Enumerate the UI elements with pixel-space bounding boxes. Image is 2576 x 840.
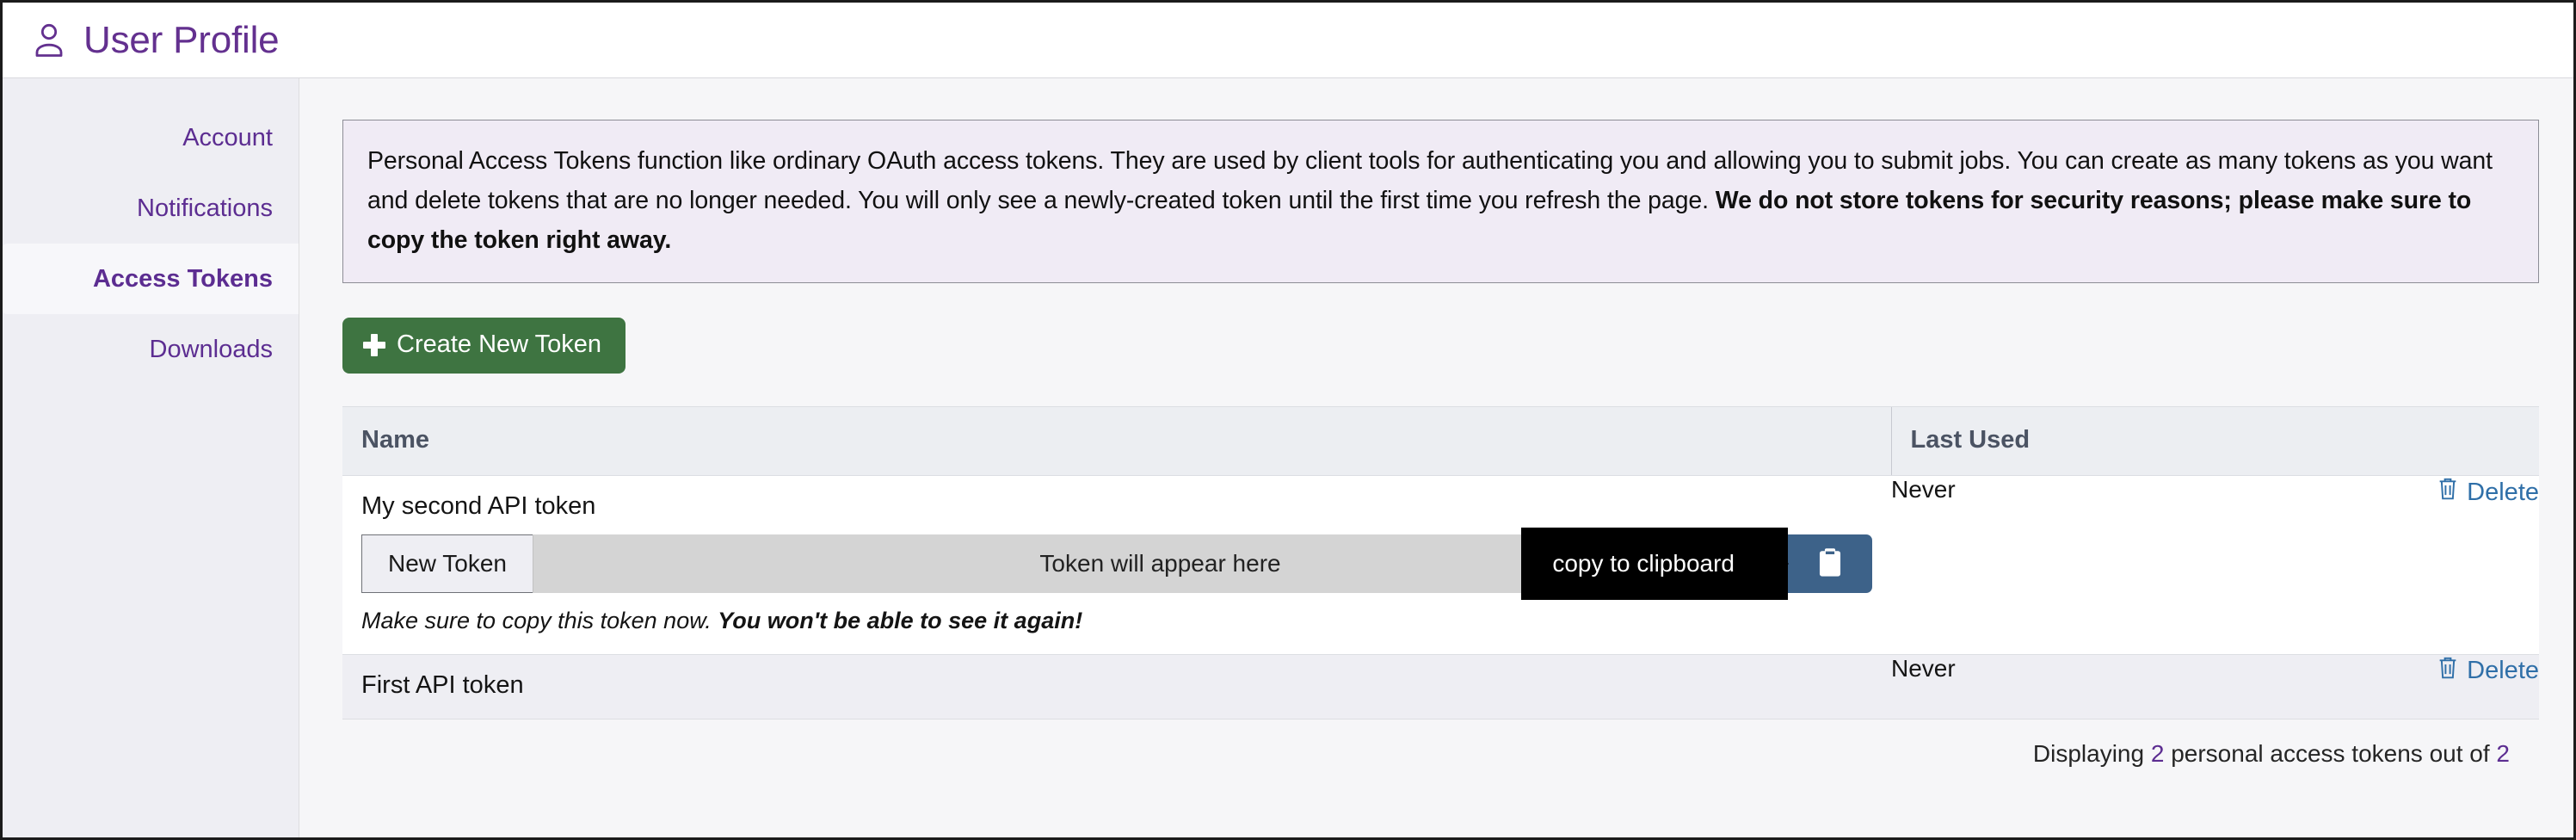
app-header: User Profile (3, 3, 2573, 78)
token-count-shown: 2 (2151, 740, 2165, 767)
create-new-token-label: Create New Token (397, 332, 601, 357)
token-count-summary: Displaying 2 personal access tokens out … (342, 720, 2539, 768)
delete-token-button[interactable]: Delete (2437, 476, 2539, 509)
new-token-addon-label: New Token (361, 534, 533, 593)
plus-icon (363, 334, 385, 356)
table-header-row: Name Last Used (342, 407, 2539, 476)
table-cell-last-used: Never (1891, 476, 2235, 654)
create-new-token-button[interactable]: Create New Token (342, 318, 626, 374)
token-copy-warning-bold: You won't be able to see it again! (718, 608, 1082, 633)
token-copy-warning-text: Make sure to copy this token now. (361, 608, 718, 633)
token-name: First API token (361, 672, 1872, 700)
column-header-actions (2235, 407, 2539, 476)
table-row: First API token Never (342, 654, 2539, 719)
user-icon (28, 18, 70, 63)
table-cell-actions: Delete (2235, 476, 2539, 654)
sidebar-item-label: Downloads (150, 336, 273, 364)
sidebar-item-label: Account (182, 124, 273, 152)
sidebar-item-label: Notifications (137, 195, 273, 223)
table-row: My second API token New Token (342, 476, 2539, 654)
table-cell-last-used: Never (1891, 654, 2235, 719)
toolbar: Create New Token (342, 318, 2539, 374)
token-count-prefix: Displaying (2033, 740, 2151, 767)
token-value-input[interactable] (533, 534, 1788, 593)
sidebar-item-downloads[interactable]: Downloads (3, 314, 299, 385)
new-token-input-group: New Token (361, 534, 1872, 593)
delete-token-button[interactable]: Delete (2437, 655, 2539, 688)
delete-token-label: Delete (2467, 657, 2539, 685)
sidebar-item-notifications[interactable]: Notifications (3, 173, 299, 244)
token-count-middle: personal access tokens out of (2164, 740, 2496, 767)
access-tokens-table: Name Last Used My second API token New T… (342, 406, 2539, 719)
table-cell-actions: Delete (2235, 654, 2539, 719)
app-window: User Profile Account Notifications Acces… (0, 0, 2576, 840)
column-header-last-used: Last Used (1891, 407, 2235, 476)
info-banner: Personal Access Tokens function like ord… (342, 120, 2539, 283)
table-cell-name: My second API token New Token (342, 476, 1891, 654)
sidebar-item-access-tokens[interactable]: Access Tokens (3, 244, 299, 314)
trash-icon (2437, 655, 2459, 688)
copy-to-clipboard-button[interactable] (1788, 534, 1872, 593)
token-copy-warning: Make sure to copy this token now. You wo… (361, 607, 1872, 634)
table-cell-name: First API token (342, 654, 1891, 719)
clipboard-icon (1815, 547, 1845, 582)
sidebar-item-account[interactable]: Account (3, 102, 299, 173)
sidebar-item-label: Access Tokens (93, 265, 273, 293)
sidebar: Account Notifications Access Tokens Down… (3, 78, 299, 837)
token-name: My second API token (361, 493, 1872, 521)
trash-icon (2437, 476, 2459, 509)
main-content: Personal Access Tokens function like ord… (299, 78, 2573, 837)
token-count-total: 2 (2496, 740, 2510, 767)
page-title: User Profile (83, 22, 279, 59)
delete-token-label: Delete (2467, 479, 2539, 507)
column-header-name: Name (342, 407, 1891, 476)
page-body: Account Notifications Access Tokens Down… (3, 78, 2573, 837)
